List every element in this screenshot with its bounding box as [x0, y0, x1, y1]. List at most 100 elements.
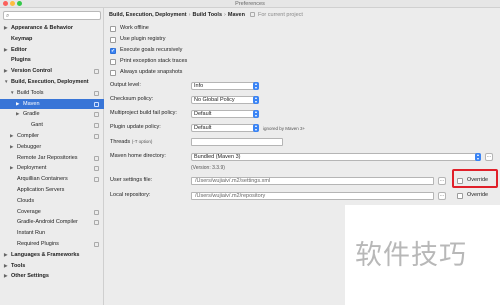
print-exception-stack-traces-checkbox[interactable]: Print exception stack traces — [110, 57, 187, 66]
sidebar-item-label: Build Tools — [17, 89, 44, 96]
plugin-update-policy-select[interactable]: Default ▲ ▼ — [191, 124, 259, 132]
sidebar-item-build-execution-deployment[interactable]: ▼ Build, Execution, Deployment — [0, 77, 104, 88]
project-scope-icon — [94, 133, 99, 139]
sidebar-item-label: Languages & Frameworks — [11, 251, 80, 258]
use-plugin-registry-checkbox[interactable]: Use plugin registry — [110, 35, 166, 44]
project-scope-icon — [94, 112, 99, 118]
sidebar-item-maven[interactable]: ▶ Maven — [0, 98, 104, 110]
select-value: Default — [194, 125, 212, 131]
project-scope-icon — [94, 220, 99, 226]
sidebar-item-editor[interactable]: ▶ Editor — [0, 45, 104, 56]
sidebar-item-gradle[interactable]: ▶ Gradle — [0, 109, 104, 120]
chevron-right-icon[interactable]: ▶ — [4, 66, 7, 77]
sidebar-item-arquillian-containers[interactable]: Arquillian Containers — [0, 174, 104, 185]
checkbox-box[interactable] — [110, 69, 116, 76]
window-title: Preferences — [235, 1, 265, 7]
sidebar-item-build-tools[interactable]: ▼ Build Tools — [0, 88, 104, 99]
fail-policy-label: Multiproject build fail policy: — [110, 110, 177, 116]
chevron-right-icon[interactable]: ▶ — [4, 250, 7, 261]
sidebar-item-label: Remote Jar Repositories — [17, 154, 78, 161]
project-scope-icon — [94, 241, 99, 247]
sidebar-item-plugins[interactable]: Plugins — [0, 55, 104, 66]
checkbox-box[interactable] — [110, 36, 116, 43]
always-update-snapshots-checkbox[interactable]: Always update snapshots — [110, 68, 182, 77]
threads-input[interactable] — [191, 138, 283, 146]
project-scope-icon — [94, 101, 99, 107]
chevron-right-icon[interactable]: ▶ — [10, 142, 13, 153]
chevron-right-icon[interactable]: ▶ — [10, 163, 13, 174]
chevron-right-icon[interactable]: ▶ — [16, 109, 19, 120]
sidebar-item-label: Build, Execution, Deployment — [11, 78, 89, 85]
checkbox-box[interactable] — [457, 192, 463, 199]
project-scope-icon — [94, 123, 99, 129]
sidebar-item-label: Maven — [23, 100, 40, 107]
breadcrumb-note: For current project — [257, 12, 303, 18]
maven-home-browse-button[interactable]: ... — [485, 153, 493, 161]
select-value: Default — [194, 111, 212, 117]
local-repository-label: Local repository: — [110, 192, 151, 198]
sidebar-item-label: Debugger — [17, 143, 42, 150]
project-scope-icon — [94, 90, 99, 96]
sidebar-item-keymap[interactable]: Keymap — [0, 34, 104, 45]
sidebar-item-label: Plugins — [11, 57, 31, 64]
sidebar-item-label: Required Plugins — [17, 240, 59, 247]
local-repository-browse-button[interactable]: ... — [438, 192, 446, 200]
chevron-right-icon[interactable]: ▶ — [16, 99, 19, 110]
sidebar-item-label: Instant Run — [17, 230, 46, 237]
sidebar-item-label: Version Control — [11, 68, 52, 75]
sidebar-item-label: Deployment — [17, 165, 47, 172]
sidebar-item-languages-frameworks[interactable]: ▶ Languages & Frameworks — [0, 250, 104, 261]
sidebar-item-gant[interactable]: Gant — [0, 120, 104, 131]
sidebar-item-remote-jar-repositories[interactable]: Remote Jar Repositories — [0, 153, 104, 164]
sidebar-item-appearance-behavior[interactable]: ▶ Appearance & Behavior — [0, 23, 104, 34]
user-settings-input[interactable]: /Users/wujiaiv/.m2/settings.xml — [191, 177, 434, 185]
breadcrumb-part-1: Build, Execution, Deployment — [109, 12, 187, 18]
sidebar-item-clouds[interactable]: Clouds — [0, 196, 104, 207]
output-level-select[interactable]: Info ▲ ▼ — [191, 82, 259, 90]
sidebar-item-compiler[interactable]: ▶ Compiler — [0, 131, 104, 142]
breadcrumb: Build, Execution, Deployment › Build Tools… — [109, 12, 303, 18]
sidebar-item-label: Tools — [11, 262, 26, 269]
sidebar-item-label: Application Servers — [17, 186, 65, 193]
project-scope-icon — [94, 69, 99, 75]
sidebar-item-instant-run[interactable]: Instant Run — [0, 228, 104, 239]
local-repository-override-checkbox[interactable]: Override — [457, 191, 488, 200]
sidebar-item-tools[interactable]: ▶ Tools — [0, 261, 104, 272]
project-scope-icon — [94, 155, 99, 161]
chevron-right-icon[interactable]: ▶ — [10, 131, 13, 142]
sidebar-item-other-settings[interactable]: ▶ Other Settings — [0, 271, 104, 282]
chevron-right-icon[interactable]: ▶ — [4, 23, 7, 34]
override-label: Override — [467, 192, 489, 198]
chevron-right-icon[interactable]: ▶ — [4, 261, 7, 272]
select-value: Bundled (Maven 3) — [194, 154, 241, 160]
checksum-policy-select[interactable]: No Global Policy ▲ ▼ — [191, 96, 259, 104]
sidebar-item-version-control[interactable]: ▶ Version Control — [0, 66, 104, 77]
checkbox-box[interactable] — [110, 47, 116, 56]
work-offline-checkbox[interactable]: Work offline — [110, 24, 149, 33]
breadcrumb-part-2: Build Tools — [192, 12, 223, 18]
sidebar-item-debugger[interactable]: ▶ Debugger — [0, 142, 104, 153]
fail-policy-select[interactable]: Default ▲ ▼ — [191, 110, 259, 118]
chevron-down-icon[interactable]: ▼ — [10, 88, 14, 99]
local-repository-input[interactable]: /Users/wujiaiv/.m2/repository — [191, 192, 434, 200]
title-bar: Preferences — [0, 0, 500, 8]
search-input[interactable]: ⌕ — [3, 11, 101, 20]
sidebar-item-coverage[interactable]: Coverage — [0, 207, 104, 218]
chevron-updown-icon: ▲ ▼ — [253, 124, 259, 132]
sidebar-item-gradle-android-compiler[interactable]: Gradle-Android Compiler — [0, 217, 104, 228]
sidebar-item-label: Appearance & Behavior — [11, 25, 74, 31]
sidebar-item-deployment[interactable]: ▶ Deployment — [0, 163, 104, 174]
checkbox-box[interactable] — [110, 58, 116, 65]
watermark: 软件技巧 — [345, 205, 500, 305]
checkbox-box[interactable] — [110, 25, 116, 32]
maven-home-select[interactable]: Bundled (Maven 3) ▲ ▼ — [191, 153, 481, 161]
watermark-text: 软件技巧 — [355, 240, 467, 271]
user-settings-browse-button[interactable]: ... — [438, 177, 446, 185]
execute-goals-recursively-checkbox[interactable]: Execute goals recursively — [110, 46, 182, 56]
sidebar-item-required-plugins[interactable]: Required Plugins — [0, 239, 104, 250]
chevron-down-icon[interactable]: ▼ — [4, 77, 8, 88]
chevron-right-icon[interactable]: ▶ — [4, 45, 7, 56]
annotation-highlight-box — [452, 169, 498, 188]
sidebar-item-application-servers[interactable]: Application Servers — [0, 185, 104, 196]
chevron-right-icon[interactable]: ▶ — [4, 271, 7, 282]
